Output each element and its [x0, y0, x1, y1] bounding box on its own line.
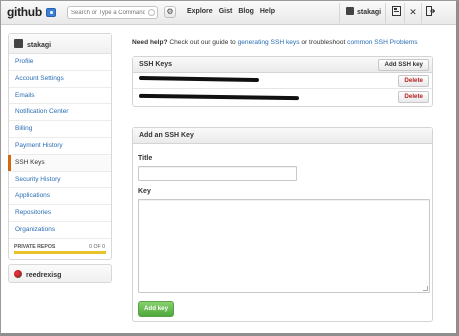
search-input[interactable] — [71, 7, 145, 18]
add-ssh-key-button[interactable]: Add SSH key — [378, 59, 429, 71]
sidebar-item-profile[interactable]: Profile — [9, 54, 111, 71]
ssh-keys-panel: SSH Keys Add SSH key Delete Delete — [132, 56, 433, 107]
sidebar-item-notification-center[interactable]: Notification Center — [9, 104, 111, 122]
header-divider — [385, 3, 386, 23]
sidebar-user-header[interactable]: stakagi — [9, 34, 111, 54]
help-prefix: Need help? — [132, 39, 168, 46]
ssh-keys-panel-title: SSH Keys — [139, 61, 173, 68]
settings-sidebar: stakagi Profile Account Settings Emails … — [8, 33, 112, 260]
key-textarea[interactable] — [138, 199, 430, 293]
help-body: Check out our guide to — [167, 39, 238, 46]
header-divider — [339, 3, 340, 23]
header-username: stakagi — [357, 9, 382, 16]
header-divider — [404, 3, 405, 23]
sidebar-item-security-history[interactable]: Security History — [9, 172, 111, 189]
top-nav: Explore Gist Blog Help — [187, 8, 281, 15]
add-ssh-key-panel-title: Add an SSH Key — [139, 132, 194, 139]
delete-key-button[interactable]: Delete — [398, 91, 429, 103]
organization-avatar-icon — [14, 270, 22, 278]
sign-out-icon[interactable] — [424, 6, 436, 18]
command-bar-settings-button[interactable]: ⚙ — [164, 6, 176, 18]
browser-window: github ⚙ Explore Gist Blog Help stakagi ✕ — [0, 0, 459, 336]
sidebar-username: stakagi — [27, 42, 52, 49]
help-middle: or troubleshoot — [299, 39, 348, 46]
avatar — [14, 39, 23, 48]
top-header: github ⚙ Explore Gist Blog Help stakagi ✕ — [1, 1, 456, 25]
add-ssh-key-panel: Add an SSH Key Title Key Add key — [132, 127, 433, 322]
generating-ssh-keys-link[interactable]: generating SSH keys — [238, 39, 300, 46]
common-ssh-problems-link[interactable]: common SSH Problems — [347, 39, 417, 46]
sidebar-item-account-settings[interactable]: Account Settings — [9, 71, 111, 88]
help-text: Need help? Check out our guide to genera… — [132, 39, 418, 46]
private-repos-progress-fill — [14, 250, 106, 254]
sidebar-item-applications[interactable]: Applications — [9, 188, 111, 206]
header-user-link[interactable]: stakagi — [346, 7, 381, 18]
add-key-submit-button[interactable]: Add key — [138, 301, 174, 317]
resize-handle-icon[interactable] — [423, 286, 428, 291]
ssh-key-row: Delete — [133, 89, 432, 105]
sidebar-item-emails[interactable]: Emails — [9, 88, 111, 105]
title-label: Title — [138, 155, 153, 162]
github-logo[interactable]: github — [7, 5, 42, 19]
sidebar-item-repositories[interactable]: Repositories — [9, 205, 111, 222]
dashboard-icon[interactable] — [390, 6, 402, 18]
delete-key-button[interactable]: Delete — [398, 75, 429, 87]
title-field[interactable] — [138, 166, 297, 181]
redacted-key-name — [138, 93, 300, 101]
sidebar-item-payment-history[interactable]: Payment History — [9, 138, 111, 155]
private-repos-label: PRIVATE REPOS — [14, 243, 56, 250]
notification-icon[interactable] — [46, 8, 56, 17]
nav-help[interactable]: Help — [260, 8, 275, 15]
header-divider — [421, 3, 422, 23]
key-label: Key — [138, 188, 151, 195]
add-ssh-key-panel-header: Add an SSH Key — [133, 128, 432, 144]
private-repos-progress-bar — [14, 250, 106, 254]
nav-gist[interactable]: Gist — [219, 8, 233, 15]
private-repos-usage: PRIVATE REPOS 0 OF 0 — [9, 239, 111, 257]
sidebar-item-billing[interactable]: Billing — [9, 121, 111, 138]
ssh-key-row: Delete — [133, 73, 432, 89]
search-box[interactable] — [67, 6, 158, 19]
nav-blog[interactable]: Blog — [238, 8, 254, 15]
sidebar-item-ssh-keys[interactable]: SSH Keys — [8, 154, 111, 172]
organization-switcher[interactable]: reedrexisg — [8, 264, 112, 283]
sidebar-item-organizations[interactable]: Organizations — [9, 222, 111, 239]
search-clear-icon[interactable] — [148, 9, 155, 16]
account-settings-tools-icon[interactable]: ✕ — [407, 6, 419, 18]
gear-icon: ⚙ — [166, 7, 174, 16]
avatar — [346, 7, 354, 15]
ssh-keys-panel-header: SSH Keys Add SSH key — [133, 57, 432, 73]
redacted-key-name — [138, 75, 260, 83]
nav-explore[interactable]: Explore — [187, 8, 213, 15]
organization-name: reedrexisg — [26, 272, 62, 279]
private-repos-count: 0 OF 0 — [89, 243, 105, 250]
